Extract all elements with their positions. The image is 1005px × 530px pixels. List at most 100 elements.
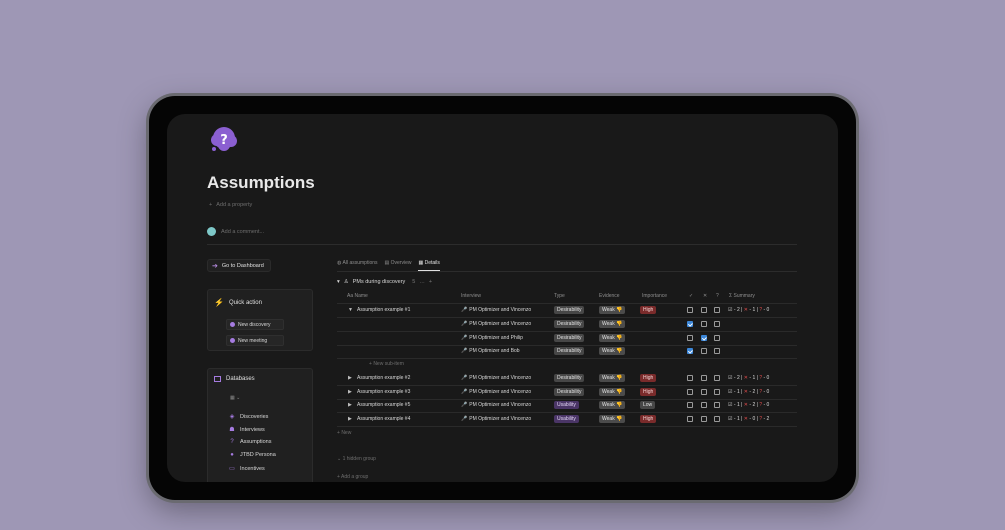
column-header-importance[interactable]: Importance	[642, 293, 667, 299]
yes-checkbox[interactable]	[687, 402, 693, 408]
no-checkbox[interactable]	[701, 348, 707, 354]
row-importance[interactable]: High	[640, 388, 657, 396]
row-importance[interactable]: Low	[640, 401, 656, 409]
caret-down-icon[interactable]: ▼	[348, 307, 353, 313]
unknown-checkbox[interactable]	[714, 335, 720, 341]
no-checkbox[interactable]	[701, 389, 707, 395]
row-interview[interactable]: 🎤 PM Optimizer and Vincenzo	[461, 389, 531, 395]
column-header-name[interactable]: Aa Name	[347, 293, 368, 299]
unknown-checkbox[interactable]	[714, 307, 720, 313]
unknown-checkbox[interactable]	[714, 402, 720, 408]
sub-item-row[interactable]: 🎤 PM Optimizer and Vincenzo Desirability We…	[337, 318, 797, 331]
table-row[interactable]: ▶ Assumption example #4 🎤 PM Optimizer and …	[337, 413, 797, 426]
db-item-jtbd-persona[interactable]: ● JTBD Persona	[228, 452, 276, 458]
column-header-type[interactable]: Type	[554, 293, 565, 299]
add-group-button[interactable]: + Add a group	[337, 474, 368, 480]
row-name[interactable]: Assumption example #3	[357, 389, 410, 395]
yes-checkbox[interactable]	[687, 389, 693, 395]
row-interview[interactable]: 🎤 PM Optimizer and Vincenzo	[461, 416, 531, 422]
view-selector[interactable]: ▦ ⌄	[230, 395, 240, 401]
sub-item-row[interactable]: 🎤 PM Optimizer and Bob Desirability Weak 👎	[337, 345, 797, 358]
yes-checkbox[interactable]	[687, 307, 693, 313]
row-evidence[interactable]: Weak 👎	[599, 347, 626, 355]
no-checkbox[interactable]	[701, 335, 707, 341]
row-importance[interactable]: High	[640, 306, 657, 314]
yes-checkbox[interactable]	[687, 375, 693, 381]
add-property-button[interactable]: + Add a property	[209, 202, 252, 208]
column-header-unknown[interactable]: ?	[716, 293, 719, 299]
unknown-checkbox[interactable]	[714, 375, 720, 381]
row-evidence[interactable]: Weak 👎	[599, 334, 626, 342]
no-checkbox[interactable]	[701, 307, 707, 313]
db-item-incentives[interactable]: ▭ Incentives	[228, 465, 265, 473]
row-evidence[interactable]: Weak 👎	[599, 415, 626, 423]
no-checkbox[interactable]	[701, 402, 707, 408]
no-checkbox[interactable]	[701, 416, 707, 422]
table-row[interactable]: ▶ Assumption example #5 🎤 PM Optimizer and …	[337, 399, 797, 412]
yes-checkbox[interactable]	[687, 335, 693, 341]
add-icon[interactable]: +	[429, 279, 432, 285]
go-to-dashboard-button[interactable]: ➔ Go to Dashboard	[207, 259, 271, 272]
new-discovery-button[interactable]: New discovery	[226, 319, 284, 330]
caret-right-icon[interactable]: ▶	[348, 402, 352, 408]
unknown-checkbox[interactable]	[714, 321, 720, 327]
column-header-evidence[interactable]: Evidence	[599, 293, 620, 299]
row-type[interactable]: Usability	[554, 415, 579, 423]
hidden-groups-toggle[interactable]: ⌄ 1 hidden group	[337, 456, 376, 462]
row-evidence[interactable]: Weak 👎	[599, 374, 626, 382]
caret-right-icon[interactable]: ▶	[348, 375, 352, 381]
column-header-interview[interactable]: Interview	[461, 293, 481, 299]
column-header-yes[interactable]: ✓	[689, 293, 693, 299]
row-evidence[interactable]: Weak 👎	[599, 306, 626, 314]
sub-item-row[interactable]: 🎤 PM Optimizer and Philip Desirability Weak…	[337, 332, 797, 345]
comment-field[interactable]: Add a comment...	[207, 227, 264, 236]
row-type[interactable]: Desirability	[554, 334, 585, 342]
row-interview[interactable]: 🎤 PM Optimizer and Bob	[461, 348, 520, 354]
row-type[interactable]: Usability	[554, 401, 579, 409]
no-checkbox[interactable]	[701, 375, 707, 381]
row-evidence[interactable]: Weak 👎	[599, 401, 626, 409]
db-item-assumptions[interactable]: ? Assumptions	[228, 439, 271, 445]
yes-checkbox[interactable]	[687, 348, 693, 354]
row-importance[interactable]: High	[640, 415, 657, 423]
tab-all-assumptions[interactable]: ◍ All assumptions	[337, 260, 378, 271]
row-type[interactable]: Desirability	[554, 388, 585, 396]
unknown-checkbox[interactable]	[714, 389, 720, 395]
row-type[interactable]: Desirability	[554, 306, 585, 314]
row-type[interactable]: Desirability	[554, 320, 585, 328]
yes-checkbox[interactable]	[687, 416, 693, 422]
column-header-summary[interactable]: Σ Summary	[729, 293, 755, 299]
row-interview[interactable]: 🎤 PM Optimizer and Vincenzo	[461, 375, 531, 381]
yes-checkbox[interactable]	[687, 321, 693, 327]
unknown-checkbox[interactable]	[714, 416, 720, 422]
group-header[interactable]: ▾ ♙ PMs during discovery 5 … +	[337, 279, 432, 285]
table-row[interactable]: ▶ Assumption example #2 🎤 PM Optimizer and …	[337, 372, 797, 385]
caret-right-icon[interactable]: ▶	[348, 389, 352, 395]
row-interview[interactable]: 🎤 PM Optimizer and Vincenzo	[461, 402, 531, 408]
row-name[interactable]: Assumption example #4	[357, 416, 410, 422]
tab-details[interactable]: ▦ Details	[418, 260, 440, 271]
new-meeting-button[interactable]: New meeting	[226, 335, 284, 346]
no-checkbox[interactable]	[701, 321, 707, 327]
row-name[interactable]: Assumption example #2	[357, 375, 410, 381]
table-row[interactable]: ▼ Assumption example #1 🎤 PM Optimizer and …	[337, 304, 797, 317]
db-item-discoveries[interactable]: ◈ Discoveries	[228, 413, 269, 421]
new-sub-item-button[interactable]: + New sub-item	[369, 361, 404, 367]
unknown-checkbox[interactable]	[714, 348, 720, 354]
row-interview[interactable]: 🎤 PM Optimizer and Vincenzo	[461, 321, 531, 327]
row-evidence[interactable]: Weak 👎	[599, 320, 626, 328]
more-icon[interactable]: …	[419, 279, 425, 285]
row-importance[interactable]: High	[640, 374, 657, 382]
tab-overview[interactable]: ▤ Overview	[385, 260, 412, 271]
db-item-interviews[interactable]: ☗ Interviews	[228, 426, 264, 434]
row-evidence[interactable]: Weak 👎	[599, 388, 626, 396]
row-name[interactable]: Assumption example #5	[357, 402, 410, 408]
row-interview[interactable]: 🎤 PM Optimizer and Vincenzo	[461, 307, 531, 313]
table-row[interactable]: ▶ Assumption example #3 🎤 PM Optimizer and …	[337, 386, 797, 399]
column-header-no[interactable]: ✕	[703, 293, 707, 299]
new-row-button[interactable]: + New	[337, 430, 351, 436]
row-type[interactable]: Desirability	[554, 374, 585, 382]
caret-right-icon[interactable]: ▶	[348, 416, 352, 422]
row-name[interactable]: Assumption example #1	[357, 307, 410, 313]
row-interview[interactable]: 🎤 PM Optimizer and Philip	[461, 335, 523, 341]
